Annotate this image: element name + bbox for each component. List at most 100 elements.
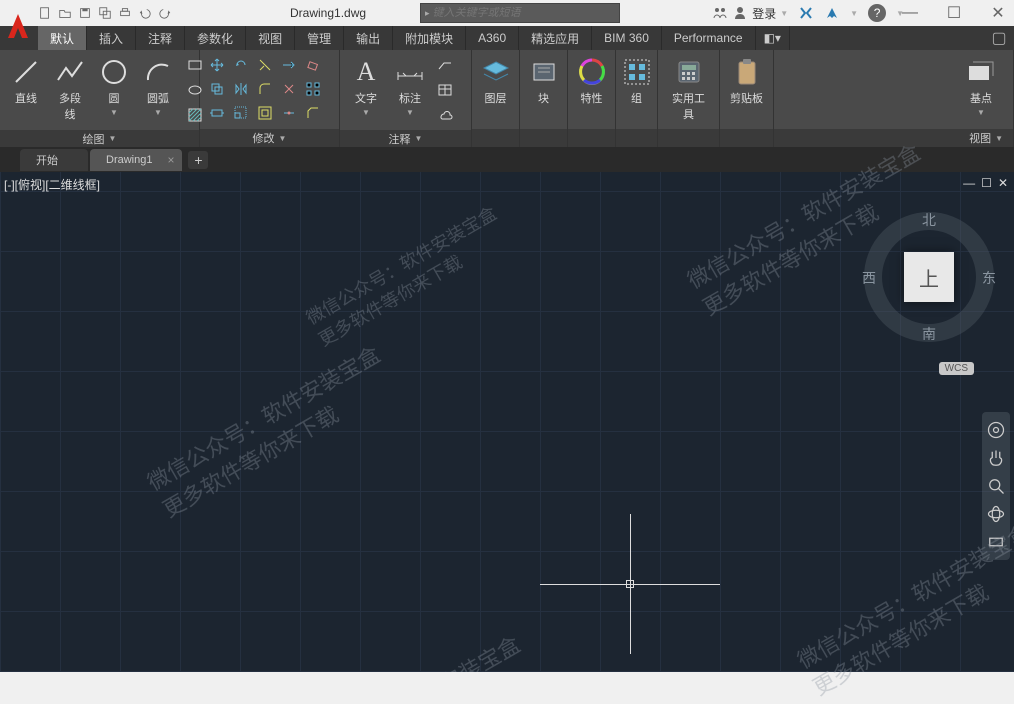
circle-button[interactable]: 圆 ▼	[94, 54, 134, 119]
chevron-down-icon[interactable]: ▼	[850, 9, 858, 18]
search-flyout-icon[interactable]: ▸	[425, 8, 430, 19]
scale-icon[interactable]	[230, 102, 252, 124]
qat-print-icon[interactable]	[116, 4, 134, 22]
dimension-button[interactable]: 标注 ▼	[390, 54, 430, 119]
autodesk-icon[interactable]	[824, 5, 840, 21]
group-button[interactable]: 组	[617, 54, 657, 108]
close-icon[interactable]: ×	[167, 153, 174, 167]
tab-output[interactable]: 输出	[344, 26, 393, 50]
array-icon[interactable]	[302, 78, 324, 100]
chevron-down-icon: ▼	[154, 108, 162, 117]
panel-modify: 修改▼	[200, 50, 340, 147]
help-icon[interactable]: ?	[868, 4, 886, 22]
qat-save-icon[interactable]	[76, 4, 94, 22]
maximize-button[interactable]: ☐	[942, 3, 966, 23]
viewcube-north[interactable]: 北	[922, 210, 936, 230]
tab-addins[interactable]: 附加模块	[393, 26, 466, 50]
canvas-window-controls: — ☐ ✕	[963, 176, 1008, 190]
qat-redo-icon[interactable]	[156, 4, 174, 22]
qat-new-icon[interactable]	[36, 4, 54, 22]
qat-undo-icon[interactable]	[136, 4, 154, 22]
clipboard-button[interactable]: 剪贴板	[726, 54, 767, 108]
nav-pan-icon[interactable]	[986, 448, 1006, 468]
qat-saveas-icon[interactable]	[96, 4, 114, 22]
tab-parametric[interactable]: 参数化	[185, 26, 246, 50]
panel-groups-title	[616, 129, 657, 147]
canvas-minimize-icon[interactable]: —	[963, 176, 975, 190]
file-tab-start[interactable]: 开始	[20, 149, 88, 171]
leader-icon[interactable]	[434, 54, 456, 76]
user-icon	[732, 5, 748, 21]
file-tab-drawing1[interactable]: Drawing1 ×	[90, 149, 182, 171]
viewcube[interactable]: 北 南 西 东 上	[864, 212, 994, 342]
nav-zoom-icon[interactable]	[986, 476, 1006, 496]
wcs-badge[interactable]: WCS	[939, 362, 974, 375]
minimize-button[interactable]: —	[898, 3, 922, 23]
tab-view[interactable]: 视图	[246, 26, 295, 50]
tab-performance[interactable]: Performance	[662, 26, 756, 50]
drawing-canvas[interactable]: [-][俯视][二维线框] — ☐ ✕ 北 南 西 东 上 WCS 微信公众号：…	[0, 172, 1014, 672]
nav-showmotion-icon[interactable]	[986, 532, 1006, 552]
tab-default[interactable]: 默认	[38, 26, 87, 50]
move-icon[interactable]	[206, 54, 228, 76]
arc-button[interactable]: 圆弧 ▼	[138, 54, 178, 119]
tab-a360[interactable]: A360	[466, 26, 519, 50]
tab-manage[interactable]: 管理	[295, 26, 344, 50]
tab-featured[interactable]: 精选应用	[519, 26, 592, 50]
explode-icon[interactable]	[278, 78, 300, 100]
erase-icon[interactable]	[302, 54, 324, 76]
panel-annotate-title[interactable]: 注释▼	[340, 130, 471, 147]
new-tab-button[interactable]: +	[188, 151, 208, 169]
app-logo-icon[interactable]	[2, 10, 34, 42]
viewcube-top-face[interactable]: 上	[904, 252, 954, 302]
utilities-button[interactable]: 实用工具	[664, 54, 713, 124]
tab-insert[interactable]: 插入	[87, 26, 136, 50]
extend-icon[interactable]	[278, 54, 300, 76]
panel-properties: 特性	[568, 50, 616, 147]
panel-modify-title[interactable]: 修改▼	[200, 129, 339, 147]
fillet-icon[interactable]	[254, 78, 276, 100]
canvas-maximize-icon[interactable]: ☐	[981, 176, 992, 190]
panel-view-title[interactable]: 视图▼	[774, 129, 1013, 147]
basepoint-button[interactable]: 基点 ▼	[961, 54, 1001, 119]
panel-block: 块	[520, 50, 568, 147]
exchange-icon[interactable]	[798, 5, 814, 21]
search-input[interactable]	[433, 7, 615, 19]
mirror-icon[interactable]	[230, 78, 252, 100]
table-icon[interactable]	[434, 79, 456, 101]
panel-properties-title	[568, 129, 615, 147]
line-button[interactable]: 直线	[6, 54, 46, 108]
people-icon	[712, 5, 728, 21]
offset-icon[interactable]	[254, 102, 276, 124]
polyline-button[interactable]: 多段线	[50, 54, 90, 124]
panel-draw-title[interactable]: 绘图▼	[0, 130, 199, 147]
chevron-down-icon: ▼	[780, 9, 788, 18]
properties-button[interactable]: 特性	[572, 54, 612, 108]
stretch-icon[interactable]	[206, 102, 228, 124]
canvas-close-icon[interactable]: ✕	[998, 176, 1008, 190]
viewport-label[interactable]: [-][俯视][二维线框]	[4, 176, 100, 193]
trim-icon[interactable]	[254, 54, 276, 76]
tab-bim360[interactable]: BIM 360	[592, 26, 662, 50]
chamfer-icon[interactable]	[302, 102, 324, 124]
join-icon[interactable]	[278, 102, 300, 124]
nav-wheel-icon[interactable]	[986, 420, 1006, 440]
close-button[interactable]: ✕	[986, 3, 1010, 23]
block-button[interactable]: 块	[524, 54, 564, 108]
viewcube-south[interactable]: 南	[922, 324, 936, 344]
rotate-icon[interactable]	[230, 54, 252, 76]
ribbon-minimize-icon[interactable]: ▢	[984, 26, 1014, 50]
layers-button[interactable]: 图层	[476, 54, 516, 108]
tab-extra-icon[interactable]: ◧▾	[756, 26, 790, 50]
tab-annotate[interactable]: 注释	[136, 26, 185, 50]
search-box[interactable]: ▸	[420, 3, 620, 23]
chevron-down-icon: ▼	[406, 108, 414, 117]
text-button[interactable]: A 文字 ▼	[346, 54, 386, 119]
qat-open-icon[interactable]	[56, 4, 74, 22]
viewcube-west[interactable]: 西	[862, 268, 876, 288]
viewcube-east[interactable]: 东	[982, 268, 996, 288]
nav-orbit-icon[interactable]	[986, 504, 1006, 524]
copy-icon[interactable]	[206, 78, 228, 100]
cloud-icon[interactable]	[434, 104, 456, 126]
account-button[interactable]: 登录 ▼	[712, 5, 788, 22]
